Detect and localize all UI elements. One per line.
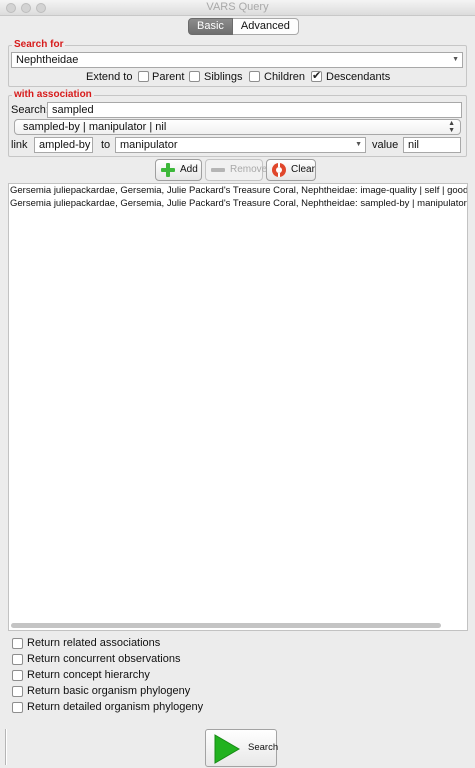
concept-combo[interactable]: Nephtheidae ▼	[11, 52, 463, 68]
minus-icon	[211, 168, 225, 172]
clear-button-label: Clear	[291, 164, 315, 175]
search-button-label: Search	[248, 742, 279, 753]
search-button[interactable]: Search	[205, 729, 279, 767]
association-select-value: sampled-by | manipulator | nil	[23, 121, 167, 133]
return-detailed-phylogeny-option[interactable]: Return detailed organism phylogeny	[12, 701, 203, 715]
return-concurrent-observations-checkbox[interactable]	[12, 653, 23, 665]
return-detailed-phylogeny-label: Return detailed organism phylogeny	[27, 701, 204, 714]
search-for-title: Search for	[12, 39, 66, 51]
children-label: Children	[264, 71, 305, 83]
remove-button[interactable]: Remove	[205, 159, 267, 181]
extend-to-label: Extend to	[86, 71, 133, 83]
tab-bar: Basic Advanced	[188, 18, 299, 35]
return-related-associations-option[interactable]: Return related associations	[12, 637, 160, 651]
clear-lifebuoy-icon	[272, 163, 286, 177]
return-concept-hierarchy-option[interactable]: Return concept hierarchy	[12, 669, 150, 683]
siblings-label: Siblings	[204, 71, 243, 83]
play-icon	[214, 734, 240, 764]
to-combo[interactable]: manipulator ▼	[115, 137, 366, 153]
link-input[interactable]: ampled-by	[34, 137, 93, 153]
descendants-label: Descendants	[326, 71, 391, 83]
tab-basic[interactable]: Basic	[188, 18, 233, 35]
parent-checkbox[interactable]	[138, 71, 149, 82]
to-label: to	[101, 139, 111, 151]
return-concept-hierarchy-checkbox[interactable]	[12, 669, 23, 681]
value-label: value	[372, 139, 399, 151]
association-search-label: Search:	[11, 104, 49, 116]
results-list[interactable]: Gersemia juliepackardae, Gersemia, Julie…	[8, 183, 468, 631]
horizontal-scrollbar[interactable]	[11, 623, 441, 628]
up-down-arrows-icon: ▲ ▼	[448, 120, 455, 134]
return-related-associations-label: Return related associations	[27, 637, 161, 650]
concept-combo-value: Nephtheidae	[16, 54, 79, 66]
return-basic-phylogeny-label: Return basic organism phylogeny	[27, 685, 191, 698]
to-combo-value: manipulator	[120, 139, 178, 151]
clear-button[interactable]: Clear	[266, 159, 316, 181]
return-concurrent-observations-label: Return concurrent observations	[27, 653, 181, 666]
children-checkbox[interactable]	[249, 71, 260, 82]
link-label: link	[11, 139, 28, 151]
add-button[interactable]: Add	[155, 159, 202, 181]
association-select[interactable]: sampled-by | manipulator | nil ▲ ▼	[14, 119, 461, 135]
siblings-checkbox[interactable]	[189, 71, 200, 82]
resize-grip[interactable]	[5, 729, 7, 765]
return-basic-phylogeny-option[interactable]: Return basic organism phylogeny	[12, 685, 190, 699]
association-search-input[interactable]: sampled	[47, 102, 462, 118]
return-concept-hierarchy-label: Return concept hierarchy	[27, 669, 150, 682]
return-concurrent-observations-option[interactable]: Return concurrent observations	[12, 653, 180, 667]
title-bar: VARS Query	[0, 0, 475, 16]
add-button-label: Add	[180, 164, 198, 175]
parent-label: Parent	[152, 71, 185, 83]
list-item[interactable]: Gersemia juliepackardae, Gersemia, Julie…	[9, 184, 467, 197]
association-title: with association	[12, 89, 94, 101]
window-title: VARS Query	[206, 1, 269, 13]
return-detailed-phylogeny-checkbox[interactable]	[12, 701, 23, 713]
value-input[interactable]: nil	[403, 137, 461, 153]
return-related-associations-checkbox[interactable]	[12, 637, 23, 649]
chevron-down-icon[interactable]: ▼	[452, 53, 459, 67]
chevron-down-icon[interactable]: ▼	[355, 138, 362, 152]
plus-icon	[161, 163, 175, 177]
tab-advanced[interactable]: Advanced	[232, 18, 299, 35]
return-basic-phylogeny-checkbox[interactable]	[12, 685, 23, 697]
remove-button-label: Remove	[230, 164, 268, 175]
list-item[interactable]: Gersemia juliepackardae, Gersemia, Julie…	[9, 197, 467, 210]
descendants-checkbox[interactable]	[311, 69, 322, 82]
